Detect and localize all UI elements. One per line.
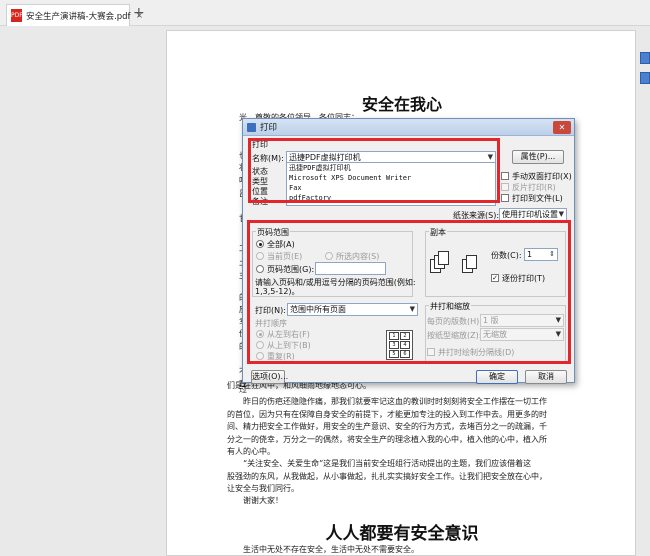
repeat-radio[interactable]: [256, 352, 264, 360]
print-to-file-label: 打印到文件(L): [512, 194, 563, 203]
bottom-line: 生活中无处不存在安全，生活中无处不需要安全。: [227, 545, 419, 554]
document-title-2: 人人都要有安全意识: [325, 524, 479, 544]
draw-borders-checkbox[interactable]: [427, 348, 435, 356]
paragraph-line: 的首位，因为只有在保障自身安全的前提下，才能更加专注的投入到工作中去。用更多的时: [227, 409, 547, 419]
page-range-hint-2: 1,3,5-12)。: [255, 287, 300, 296]
chevron-down-icon: ▼: [555, 316, 561, 324]
order-cell: 1: [389, 332, 399, 340]
scale-title: 并打和缩放: [429, 301, 471, 312]
paragraph-line: 昨日的伤疤还隐隐作痛，那我们就要牢记这血的教训时时刻刻将安全工作摆在一切工作: [227, 397, 547, 406]
repeat-label: 重复(R): [267, 352, 295, 361]
side-toolbar: [640, 52, 650, 92]
spinner-arrows-icon[interactable]: ⇕: [549, 249, 555, 260]
order-cell: 6: [400, 350, 410, 358]
paragraph-line: 让安全与我们同行。: [227, 484, 299, 493]
cancel-button[interactable]: 取消: [525, 370, 567, 384]
properties-button[interactable]: 属性(P)...: [512, 150, 564, 164]
print-dialog: 打印 ✕ 打印 名称(M): 迅捷PDF虚拟打印机 ▼ 迅捷PDF虚拟打印机 M…: [242, 118, 575, 384]
printer-option[interactable]: pdfFactory: [287, 193, 495, 203]
paragraph-line: 有人的心中。: [227, 447, 275, 456]
paper-source-value: 使用打印机设置: [502, 210, 558, 219]
page-range-label: 页码范围(G):: [267, 265, 315, 274]
collate-checkbox[interactable]: ✓: [491, 274, 499, 282]
top-to-bottom-label: 从上到下(B): [267, 341, 311, 350]
chevron-down-icon: ▼: [409, 305, 415, 313]
copy-page-icon: [466, 255, 477, 269]
page-range-title: 页码范围: [256, 227, 290, 238]
chevron-down-icon: ▼: [558, 210, 564, 218]
pages-per-sheet-select[interactable]: 1 版 ▼: [480, 314, 564, 327]
paragraph-line: “关注安全、关爱生命”这是我们当前安全班组行活动提出的主题，我们应该借着这: [227, 459, 532, 468]
order-cell: 5: [389, 350, 399, 358]
selection-label: 所选内容(S): [336, 252, 380, 261]
printer-dropdown-list: 迅捷PDF虚拟打印机 Microsoft XPS Document Writer…: [286, 162, 496, 206]
scale-to-paper-value: 无缩放: [483, 330, 507, 339]
printer-option[interactable]: 迅捷PDF虚拟打印机: [287, 163, 495, 173]
printer-select-value: 迅捷PDF虚拟打印机: [289, 153, 361, 162]
manual-duplex-label: 手动双面打印(X): [512, 172, 572, 181]
reverse-print-checkbox[interactable]: [501, 183, 509, 191]
print-what-label: 打印(N):: [255, 306, 286, 315]
tab-bar: PDF 安全生产演讲稿-大赛会.pdf × +: [0, 0, 650, 26]
current-page-radio[interactable]: [256, 252, 264, 260]
new-tab-button[interactable]: +: [133, 5, 145, 21]
document-tab-label: 安全生产演讲稿-大赛会.pdf: [26, 11, 131, 22]
left-to-right-radio[interactable]: [256, 330, 264, 338]
copies-spinner[interactable]: 1 ⇕: [524, 248, 558, 261]
draw-borders-label: 并打时绘制分隔线(D): [438, 348, 515, 357]
page-range-input[interactable]: [315, 262, 386, 275]
printer-option[interactable]: Microsoft XPS Document Writer: [287, 173, 495, 183]
comment-label: 备注: [252, 197, 268, 206]
document-tab[interactable]: PDF 安全生产演讲稿-大赛会.pdf ×: [6, 4, 143, 26]
copy-page-icon: [438, 251, 449, 265]
bookmark-icon[interactable]: [640, 72, 650, 84]
pdf-icon: PDF: [11, 9, 23, 22]
current-page-label: 当前页(E): [267, 252, 303, 261]
left-to-right-label: 从左到右(F): [267, 330, 310, 339]
document-title: 安全在我心: [361, 95, 442, 114]
collate-label: 逐份打印(T): [502, 274, 546, 283]
order-cell: 3: [389, 341, 399, 349]
paragraph-line: 股强劲的东风，从我做起，从小事做起，扎扎实实搞好安全工作。让我们把安全放在心中，: [227, 471, 547, 481]
all-pages-label: 全部(A): [267, 240, 295, 249]
options-button[interactable]: 选项(O)...: [251, 370, 288, 384]
scale-to-paper-label: 按纸型缩放(Z):: [427, 331, 482, 340]
chevron-down-icon: ▼: [555, 330, 561, 338]
print-what-select[interactable]: 范围中所有页面 ▼: [287, 303, 418, 316]
selection-radio[interactable]: [325, 252, 333, 260]
print-icon: [247, 122, 256, 132]
paper-source-select[interactable]: 使用打印机设置 ▼: [499, 208, 567, 221]
reverse-print-label: 反片打印(R): [512, 183, 556, 192]
pages-per-sheet-label: 每页的版数(H):: [427, 317, 482, 326]
order-title: 并打顺序: [255, 319, 287, 328]
printer-section-label: 打印: [252, 140, 268, 149]
top-to-bottom-radio[interactable]: [256, 341, 264, 349]
thanks-line: 谢谢大家！: [227, 496, 283, 505]
thumbnail-icon[interactable]: [640, 52, 650, 64]
paragraph-line: 分之一的侥幸，万分之一的偶然，将安全生产的理念植入我的心中，植入他的心中，植入所: [227, 434, 547, 444]
dialog-title-bar: 打印: [243, 119, 574, 136]
dialog-title: 打印: [260, 123, 278, 133]
manual-duplex-checkbox[interactable]: [501, 172, 509, 180]
pages-per-sheet-value: 1 版: [483, 316, 499, 325]
copies-label: 份数(C):: [491, 251, 522, 260]
print-to-file-checkbox[interactable]: [501, 194, 509, 202]
ok-button[interactable]: 确定: [476, 370, 518, 384]
paragraph-line: 间、精力把安全工作做好，用安全的生产意识、安全的行为方式，去堵百分之一的疏漏，千: [227, 422, 547, 431]
page-range-radio[interactable]: [256, 265, 264, 273]
copies-title: 副本: [429, 227, 447, 238]
scale-to-paper-select[interactable]: 无缩放 ▼: [480, 328, 564, 341]
copies-value: 1: [527, 250, 533, 259]
paper-source-label: 纸张来源(S):: [453, 211, 500, 220]
printer-option[interactable]: Fax: [287, 183, 495, 193]
printer-name-label: 名称(M):: [252, 154, 284, 163]
order-cell: 4: [400, 341, 410, 349]
close-button[interactable]: ✕: [553, 121, 571, 134]
print-what-value: 范围中所有页面: [290, 305, 346, 314]
all-pages-radio[interactable]: [256, 240, 264, 248]
order-cell: 2: [400, 332, 410, 340]
order-preview: 1 2 3 4 5 6: [386, 330, 413, 360]
